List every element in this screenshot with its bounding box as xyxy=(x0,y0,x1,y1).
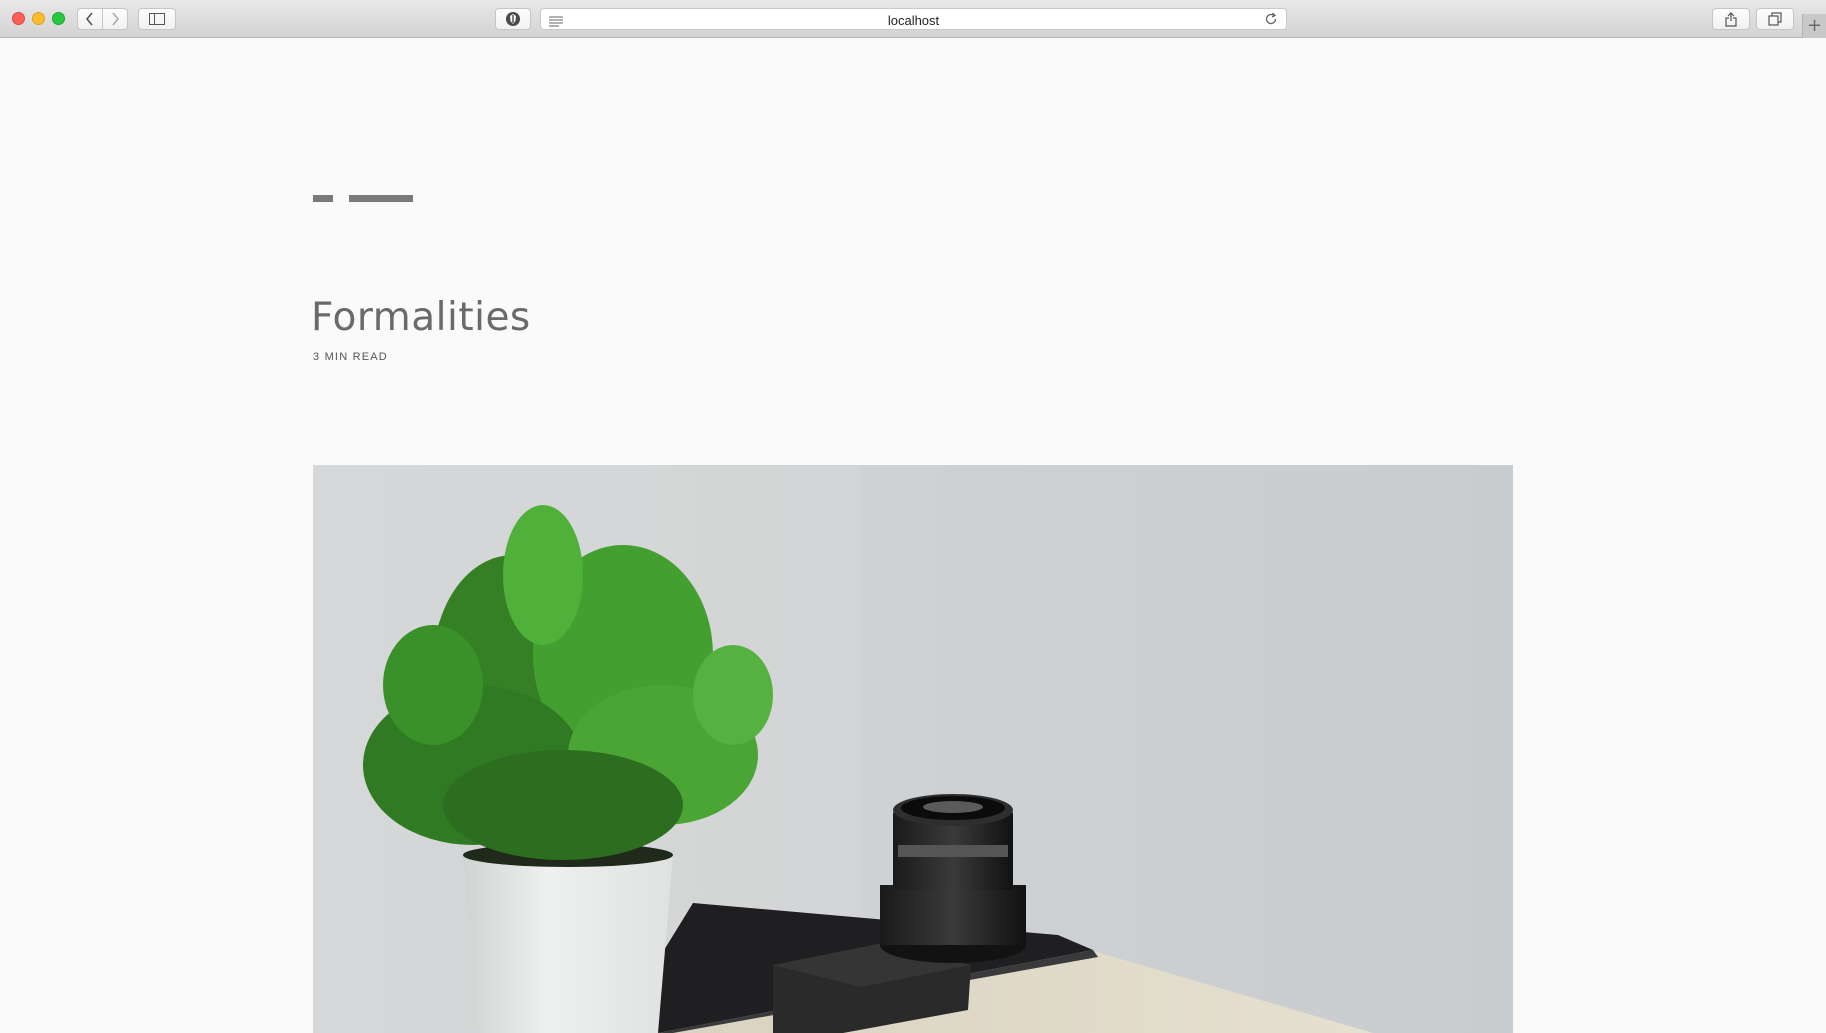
window-zoom-button[interactable] xyxy=(52,12,65,25)
show-tabs-button[interactable] xyxy=(1756,8,1794,30)
browser-toolbar: localhost + xyxy=(0,0,1826,38)
logo-bar-long xyxy=(349,195,413,202)
share-icon xyxy=(1725,11,1737,27)
share-button[interactable] xyxy=(1712,8,1750,30)
address-text[interactable]: localhost xyxy=(541,13,1286,28)
tabs-icon xyxy=(1768,12,1782,26)
window-minimize-button[interactable] xyxy=(32,12,45,25)
shield-icon xyxy=(506,12,520,26)
new-tab-button[interactable]: + xyxy=(1802,14,1826,38)
plant-and-camera-lens-photo xyxy=(313,465,1513,1033)
window-close-button[interactable] xyxy=(12,12,25,25)
reload-icon[interactable] xyxy=(1264,12,1278,31)
sidebar-icon xyxy=(149,13,165,25)
privacy-button[interactable] xyxy=(495,8,531,30)
back-button[interactable] xyxy=(77,8,103,30)
read-time: 3 MIN READ xyxy=(313,351,388,363)
hero-image xyxy=(313,465,1513,1033)
back-icon xyxy=(85,12,93,26)
logo-bar-short xyxy=(313,195,333,202)
address-bar[interactable]: localhost xyxy=(540,8,1287,30)
sidebar-toggle-button[interactable] xyxy=(138,8,176,30)
forward-icon xyxy=(112,12,120,26)
forward-button[interactable] xyxy=(102,8,128,30)
post-title: Formalities xyxy=(311,295,531,340)
page-content: Formalities 3 MIN READ xyxy=(0,39,1826,1033)
